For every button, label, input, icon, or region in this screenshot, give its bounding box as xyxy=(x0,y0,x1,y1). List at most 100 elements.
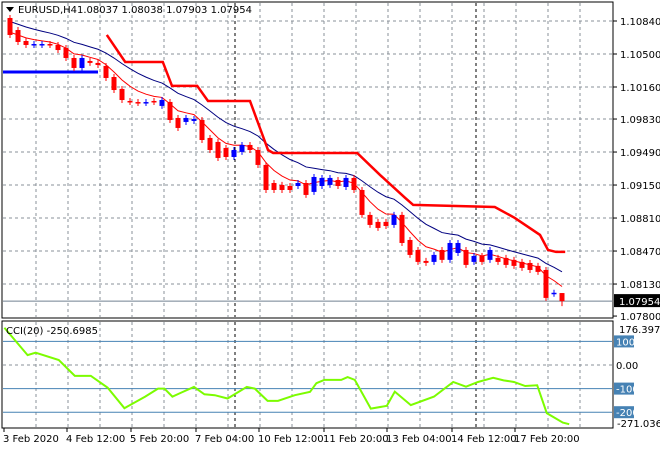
price-tick-label: 1.08470 xyxy=(620,247,660,258)
candle-body xyxy=(119,88,125,101)
cci-level-label: 0.00 xyxy=(616,361,638,372)
candle-body xyxy=(63,47,69,58)
candle-body xyxy=(447,242,453,260)
candle-body xyxy=(223,147,229,157)
candle-body xyxy=(359,189,365,215)
candle-body xyxy=(87,60,93,63)
candle-body xyxy=(263,164,269,190)
cci-scale-min: -271.0364 xyxy=(617,419,660,430)
bear-candle xyxy=(407,236,413,258)
candle-body xyxy=(391,214,397,225)
bear-candle xyxy=(255,146,261,168)
candle-body xyxy=(511,259,517,266)
time-tick-label: 14 Feb 12:00 xyxy=(451,434,517,445)
time-tick-label: 11 Feb 20:00 xyxy=(323,434,389,445)
candle-body xyxy=(335,179,341,187)
candle-body xyxy=(415,249,421,262)
cci-level-label: -100 xyxy=(616,385,639,396)
candle-body xyxy=(535,265,541,272)
cci-level-label: 100 xyxy=(616,337,635,348)
candle-body xyxy=(407,239,413,255)
candle-body xyxy=(551,292,557,295)
price-tick-label: 1.10500 xyxy=(620,50,660,61)
time-tick-label: 10 Feb 12:00 xyxy=(258,434,324,445)
candle-body xyxy=(199,120,205,140)
candle-body xyxy=(143,102,149,104)
price-tick-label: 1.10160 xyxy=(620,83,660,94)
candle-body xyxy=(79,57,85,68)
candle-body xyxy=(191,119,197,121)
price-tick-label: 1.09150 xyxy=(620,181,660,192)
candle-body xyxy=(15,30,21,42)
bear-candle xyxy=(359,186,365,218)
candle-body xyxy=(271,182,277,190)
candle-body xyxy=(303,182,309,195)
price-tick-label: 1.09830 xyxy=(620,115,660,126)
candle-body xyxy=(127,100,133,103)
candle-body xyxy=(455,242,461,253)
time-tick-label: 5 Feb 20:00 xyxy=(130,434,189,445)
candle-body xyxy=(495,257,501,262)
time-tick-label: 7 Feb 04:00 xyxy=(195,434,254,445)
candle-body xyxy=(519,261,525,268)
candle-body xyxy=(215,141,221,158)
candle-body xyxy=(103,65,109,78)
candle-body xyxy=(375,221,381,228)
candle-body xyxy=(423,260,429,263)
candle-body xyxy=(159,100,165,106)
mt4-chart-window: 1.10840 1.10500 1.10160 1.09830 1.09490 1.091… xyxy=(0,0,660,450)
candle-body xyxy=(247,144,253,150)
candle-body xyxy=(23,40,29,45)
candle-body xyxy=(31,44,37,46)
bear-candle xyxy=(543,266,549,301)
candle-body xyxy=(167,101,173,121)
candle-body xyxy=(111,77,117,91)
bear-candle xyxy=(263,161,269,193)
bear-candle xyxy=(167,98,173,124)
time-tick-label: 3 Feb 2020 xyxy=(3,434,59,445)
cci-scale-max: 176.397 xyxy=(619,325,660,336)
candle-body xyxy=(183,117,189,122)
candle-body xyxy=(255,149,261,165)
candle-body xyxy=(399,214,405,243)
candle-body xyxy=(487,249,493,260)
candle-body xyxy=(471,255,477,262)
candle-body xyxy=(239,144,245,152)
candle-body xyxy=(207,137,213,150)
candle-body xyxy=(287,186,293,190)
candle-body xyxy=(383,221,389,226)
candle-body xyxy=(559,293,565,302)
bull-candle xyxy=(447,239,453,263)
candle-body xyxy=(319,177,325,187)
time-tick-label: 17 Feb 20:00 xyxy=(514,434,580,445)
candle-body xyxy=(231,149,237,157)
ohlc-readout: 1.08037 1.08038 1.07903 1.07954 xyxy=(77,5,252,16)
candle-body xyxy=(543,269,549,298)
bear-candle xyxy=(463,246,469,268)
bull-candle xyxy=(311,173,317,195)
candle-body xyxy=(39,44,45,46)
price-tick-label: 1.08130 xyxy=(620,280,660,291)
candle-body xyxy=(311,176,317,192)
candle-body xyxy=(527,262,533,270)
candle-body xyxy=(71,57,77,68)
candle-body xyxy=(279,184,285,190)
candle-body xyxy=(55,44,61,51)
candle-body xyxy=(47,44,53,46)
time-tick-label: 4 Feb 12:00 xyxy=(66,434,125,445)
candle-body xyxy=(151,100,157,103)
symbol-label: EURUSD,H4 xyxy=(18,5,77,16)
candle-body xyxy=(479,255,485,262)
current-price-label: 1.07954 xyxy=(619,297,660,308)
price-tick-label: 1.10840 xyxy=(620,17,660,28)
bear-candle xyxy=(215,138,221,161)
price-chart[interactable]: 1.10840 1.10500 1.10160 1.09830 1.09490 1.091… xyxy=(0,0,660,450)
candle-body xyxy=(463,249,469,265)
cci-title: CCI(20) -250.6985 xyxy=(6,326,98,337)
candle-body xyxy=(367,214,373,225)
bear-candle xyxy=(7,14,13,38)
candle-body xyxy=(351,177,357,190)
candle-body xyxy=(295,182,301,187)
time-tick-label: 13 Feb 04:00 xyxy=(386,434,452,445)
candle-body xyxy=(95,62,101,65)
